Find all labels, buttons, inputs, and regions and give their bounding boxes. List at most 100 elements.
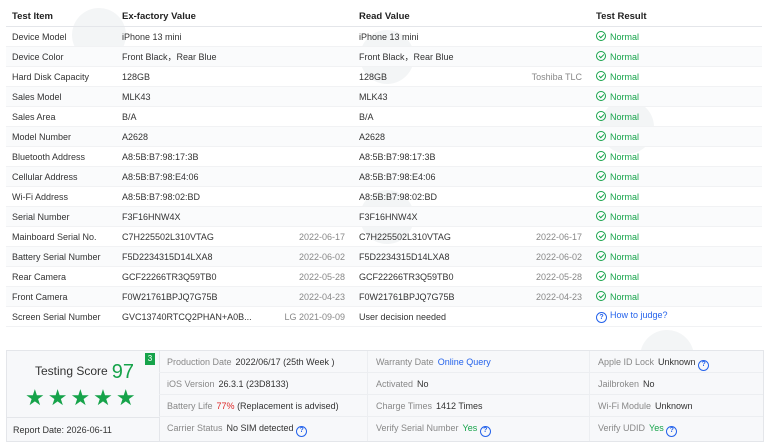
ex-factory-value: GCF22266TR3Q59TB0 2022-05-28 <box>116 266 353 287</box>
score-badge: 3 <box>145 353 155 365</box>
ex-factory-date: 2022-06-02 <box>298 251 345 262</box>
header-read-value: Read Value <box>353 6 590 27</box>
ex-factory-value: MLK43 <box>116 86 353 107</box>
result-status: Normal <box>610 192 640 202</box>
activated-cell: Activated No <box>367 373 589 395</box>
table-row: Rear Camera GCF22266TR3Q59TB0 2022-05-28 GC… <box>6 266 762 287</box>
test-result: Normal <box>590 26 762 47</box>
test-item-label: Serial Number <box>6 206 116 227</box>
read-date: Toshiba TLC <box>531 71 582 82</box>
header-test-item: Test Item <box>6 6 116 27</box>
header-ex-factory-value: Ex-factory Value <box>116 6 353 27</box>
table-row: Serial Number F3F16HNW4X F3F16HNW4X Normal <box>6 206 762 227</box>
apple-id-lock-cell: Apple ID Lock Unknown ? <box>589 351 763 373</box>
test-result: Normal <box>590 126 762 147</box>
read-value: A8:5B:B7:98:17:3B <box>353 146 590 167</box>
table-row: Bluetooth Address A8:5B:B7:98:17:3B A8:5B:… <box>6 146 762 167</box>
test-item-label: Cellular Address <box>6 166 116 187</box>
result-status: Normal <box>610 152 640 162</box>
ex-factory-value: F3F16HNW4X <box>116 206 353 227</box>
result-status: Normal <box>610 132 640 142</box>
test-result: Normal <box>590 246 762 267</box>
question-circle-icon[interactable]: ? <box>479 425 491 437</box>
question-circle-icon[interactable]: ? <box>296 425 308 437</box>
ios-version-cell: iOS Version 26.3.1 (23D8133) <box>159 373 367 395</box>
question-circle-icon[interactable]: ? <box>666 425 678 437</box>
table-row: Front Camera F0W21761BPJQ7G75B 2022-04-23 F… <box>6 286 762 307</box>
production-date-cell: Production Date 2022/06/17 (25th Week ) <box>159 351 367 373</box>
online-query-link[interactable]: Online Query <box>438 357 491 367</box>
check-circle-icon <box>596 171 606 181</box>
verify-serial-cell: Verify Serial Number Yes ? <box>367 417 589 441</box>
table-row: Device Color Front Black，Rear Blue Front B… <box>6 46 762 67</box>
table-header-row: Test Item Ex-factory Value Read Value Te… <box>6 6 762 27</box>
table-row: Device Model iPhone 13 mini iPhone 13 mini… <box>6 26 762 47</box>
star-icon: ★★★★★ <box>25 385 139 410</box>
read-value: A2628 <box>353 126 590 147</box>
ex-factory-value: B/A <box>116 106 353 127</box>
check-circle-icon <box>596 111 606 121</box>
check-circle-icon <box>596 231 606 241</box>
testing-score-value: 97 <box>111 361 134 383</box>
check-circle-icon <box>596 51 606 61</box>
check-circle-icon <box>596 71 606 81</box>
read-value: iPhone 13 mini <box>353 26 590 47</box>
read-value: Front Black，Rear Blue <box>353 46 590 67</box>
ex-factory-value: A8:5B:B7:98:17:3B <box>116 146 353 167</box>
result-status: Normal <box>610 92 640 102</box>
test-result: Normal <box>590 146 762 167</box>
check-circle-icon <box>596 31 606 41</box>
result-status: Normal <box>610 72 640 82</box>
ex-factory-value: A8:5B:B7:98:02:BD <box>116 186 353 207</box>
test-item-label: Model Number <box>6 126 116 147</box>
read-value: F5D2234315D14LXA8 2022-06-02 <box>353 246 590 267</box>
read-value: F0W21761BPJQ7G75B 2022-04-23 <box>353 286 590 307</box>
test-item-label: Sales Model <box>6 86 116 107</box>
question-circle-icon[interactable]: ? <box>698 359 710 371</box>
test-item-label: Screen Serial Number <box>6 306 116 327</box>
table-row: Battery Serial Number F5D2234315D14LXA8 20… <box>6 246 762 267</box>
read-value: A8:5B:B7:98:02:BD <box>353 186 590 207</box>
warranty-date-cell: Warranty Date Online Query <box>367 351 589 373</box>
read-date: 2022-06-02 <box>535 251 582 262</box>
table-row: Sales Area B/A B/A Normal <box>6 106 762 127</box>
testing-score-box: Testing Score 97 3 ★★★★★ Report Date: 202… <box>7 351 160 441</box>
test-result: Normal <box>590 286 762 307</box>
table-row: Model Number A2628 A2628 Normal <box>6 126 762 147</box>
result-status: Normal <box>610 272 640 282</box>
header-test-result: Test Result <box>590 6 762 27</box>
result-status: Normal <box>610 172 640 182</box>
ex-factory-date: LG 2021-09-09 <box>284 311 345 322</box>
result-status: Normal <box>610 292 640 302</box>
check-circle-icon <box>596 151 606 161</box>
ex-factory-value: F0W21761BPJQ7G75B 2022-04-23 <box>116 286 353 307</box>
check-circle-icon <box>596 91 606 101</box>
table-row: Sales Model MLK43 MLK43 Normal <box>6 86 762 107</box>
device-info-grid: Production Date 2022/06/17 (25th Week ) i… <box>159 351 763 441</box>
test-result: Normal <box>590 46 762 67</box>
summary-panel: Testing Score 97 3 ★★★★★ Report Date: 202… <box>6 350 764 442</box>
jailbroken-cell: Jailbroken No <box>589 373 763 395</box>
ex-factory-date: 2022-05-28 <box>298 271 345 282</box>
testing-score: Testing Score 97 <box>35 361 134 384</box>
ex-factory-value: iPhone 13 mini <box>116 26 353 47</box>
report-date: Report Date: 2026-06-11 <box>7 417 159 441</box>
check-circle-icon <box>596 191 606 201</box>
test-item-label: Wi-Fi Address <box>6 186 116 207</box>
testing-score-label: Testing Score <box>35 364 108 378</box>
check-circle-icon <box>596 251 606 261</box>
test-item-label: Mainboard Serial No. <box>6 226 116 247</box>
table-row: Mainboard Serial No. C7H225502L310VTAG 202… <box>6 226 762 247</box>
check-circle-icon <box>596 131 606 141</box>
ex-factory-value: Front Black，Rear Blue <box>116 46 353 67</box>
report-date-label: Report Date: <box>13 425 65 435</box>
how-to-judge-link[interactable]: How to judge? <box>610 310 668 320</box>
result-status: Normal <box>610 52 640 62</box>
result-status: Normal <box>610 32 640 42</box>
table-row: Hard Disk Capacity 128GB 128GB Toshiba TLC N… <box>6 66 762 87</box>
test-result: Normal <box>590 166 762 187</box>
question-circle-icon: ? <box>596 312 607 323</box>
test-result: Normal <box>590 226 762 247</box>
result-status: Normal <box>610 232 640 242</box>
table-row: Screen Serial Number GVC13740RTCQ2PHAN+A0… <box>6 306 762 327</box>
